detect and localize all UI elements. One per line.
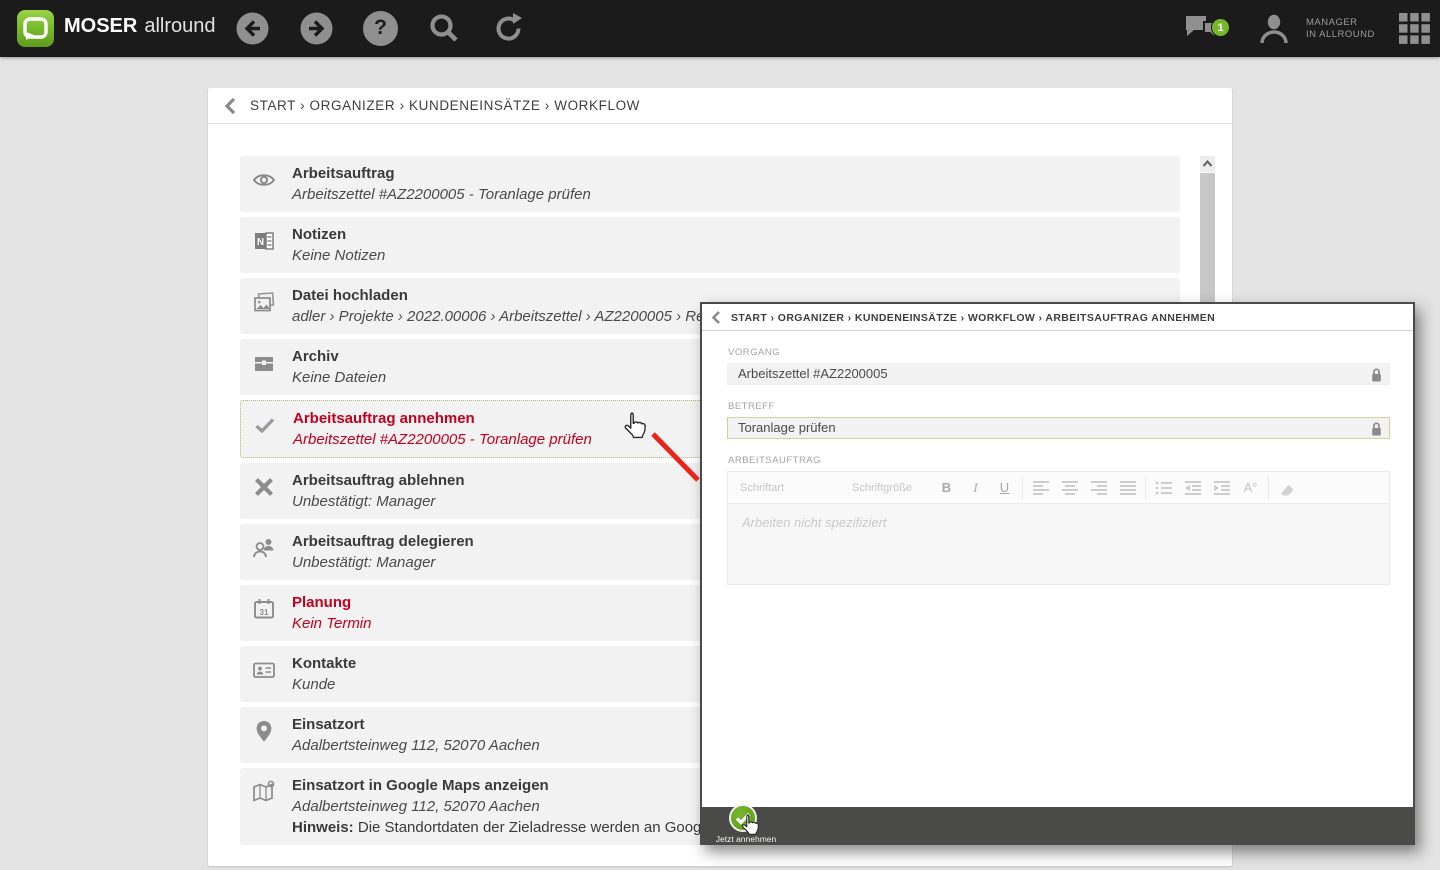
help-icon[interactable]: ?	[363, 11, 398, 46]
toolbar-separator	[1022, 475, 1023, 500]
search-icon[interactable]	[427, 11, 462, 46]
user-role-label: MANAGER IN ALLROUND	[1306, 17, 1375, 41]
betreff-value: Toranlage prüfen	[738, 420, 836, 435]
user-icon[interactable]	[1257, 12, 1292, 47]
eye-icon	[252, 168, 276, 192]
editor-toolbar: Schriftart Schriftgröße B I U A°	[728, 472, 1389, 504]
brand-light: allround	[144, 15, 216, 37]
brand-bold: MOSER	[64, 15, 138, 37]
refresh-icon[interactable]	[491, 11, 526, 46]
align-right-icon[interactable]	[1084, 480, 1113, 496]
location-pin-icon	[252, 719, 276, 743]
editor-content-area[interactable]: Arbeiten nicht spezifiziert	[728, 504, 1389, 584]
indent-icon[interactable]	[1207, 480, 1236, 496]
item-subtitle: Arbeitszettel #AZ2200005 - Toranlage prü…	[292, 186, 591, 203]
x-icon	[252, 475, 276, 499]
underline-button[interactable]: U	[990, 480, 1019, 495]
toolbar-separator	[1145, 475, 1146, 500]
dialog-content: VORGANG Arbeitszettel #AZ2200005 BETREFF…	[727, 331, 1390, 585]
dialog-action-bar: Jetzt annehmen	[702, 804, 1413, 844]
outdent-icon[interactable]	[1178, 480, 1207, 496]
svg-text:N: N	[257, 237, 264, 248]
font-family-dropdown[interactable]: Schriftart	[740, 482, 852, 494]
item-title: Notizen	[292, 226, 347, 243]
vorgang-value: Arbeitszettel #AZ2200005	[738, 366, 888, 381]
item-title: Arbeitsauftrag	[292, 165, 395, 182]
accept-now-label: Jetzt annehmen	[715, 834, 777, 844]
breadcrumb-bar: START › ORGANIZER › KUNDENEINSÄTZE › WOR…	[208, 88, 1232, 124]
app-window: { "topbar": { "brand_bold": "MOSER", "br…	[0, 0, 1440, 870]
breadcrumb: START › ORGANIZER › KUNDENEINSÄTZE › WOR…	[250, 98, 641, 113]
bold-button[interactable]: B	[932, 480, 961, 495]
vorgang-field[interactable]: Arbeitszettel #AZ2200005	[727, 363, 1390, 385]
font-size-dropdown[interactable]: Schriftgröße	[852, 482, 932, 494]
arbeitsauftrag-label: ARBEITSAUFTRAG	[728, 455, 822, 466]
item-subtitle: Keine Notizen	[292, 247, 386, 264]
align-justify-icon[interactable]	[1113, 480, 1142, 496]
dialog-breadcrumb-bar: START › ORGANIZER › KUNDENEINSÄTZE › WOR…	[702, 304, 1413, 331]
people-icon	[252, 536, 276, 560]
dialog-breadcrumb: START › ORGANIZER › KUNDENEINSÄTZE › WOR…	[731, 312, 1216, 324]
bullet-list-icon[interactable]	[1149, 480, 1178, 496]
vorgang-label: VORGANG	[728, 347, 781, 358]
brand-title: MOSER allround	[64, 15, 216, 38]
photos-icon	[252, 290, 276, 314]
user-role-line2: IN ALLROUND	[1306, 29, 1375, 40]
onenote-icon: N	[252, 229, 276, 253]
map-icon	[252, 780, 276, 804]
toolbar-separator	[1268, 475, 1269, 500]
lock-icon	[1370, 421, 1383, 443]
svg-text:31: 31	[260, 608, 269, 617]
apps-grid-icon[interactable]	[1398, 12, 1433, 47]
eraser-icon[interactable]	[1272, 480, 1301, 496]
superscript-button[interactable]: A°	[1236, 480, 1265, 495]
note-text: Die Standortdaten der Zieladresse werden…	[353, 819, 754, 836]
editor-placeholder: Arbeiten nicht spezifiziert	[742, 515, 887, 530]
dialog-breadcrumb-back-icon[interactable]	[711, 311, 722, 329]
calendar-icon: 31	[252, 597, 276, 621]
item-arbeitsauftrag[interactable]: Arbeitsauftrag Arbeitszettel #AZ2200005 …	[240, 156, 1180, 212]
betreff-label: BETREFF	[728, 401, 775, 412]
italic-button[interactable]: I	[961, 480, 990, 496]
messages-badge: 1	[1211, 18, 1230, 37]
back-icon[interactable]	[235, 11, 270, 46]
note-label: Hinweis:	[292, 819, 354, 836]
align-center-icon[interactable]	[1055, 480, 1084, 496]
moser-logo-icon[interactable]	[17, 10, 54, 47]
archive-icon	[252, 351, 276, 375]
scrollbar-up-icon[interactable]	[1200, 156, 1215, 172]
user-role-line1: MANAGER	[1306, 17, 1358, 28]
lock-icon	[1370, 367, 1383, 389]
contact-card-icon	[252, 658, 276, 682]
accept-now-button[interactable]	[729, 804, 757, 832]
richtext-editor: Schriftart Schriftgröße B I U A° Arbeite…	[727, 471, 1390, 585]
check-icon	[253, 413, 277, 437]
top-bar: MOSER allround ? 1 MANAGER IN ALLROUND	[0, 0, 1440, 57]
item-notizen[interactable]: N Notizen Keine Notizen	[240, 217, 1180, 273]
betreff-field[interactable]: Toranlage prüfen	[727, 417, 1390, 439]
forward-icon[interactable]	[299, 11, 334, 46]
breadcrumb-back-icon[interactable]	[224, 97, 238, 119]
align-left-icon[interactable]	[1026, 480, 1055, 496]
workflow-action-dialog: START › ORGANIZER › KUNDENEINSÄTZE › WOR…	[700, 302, 1415, 845]
